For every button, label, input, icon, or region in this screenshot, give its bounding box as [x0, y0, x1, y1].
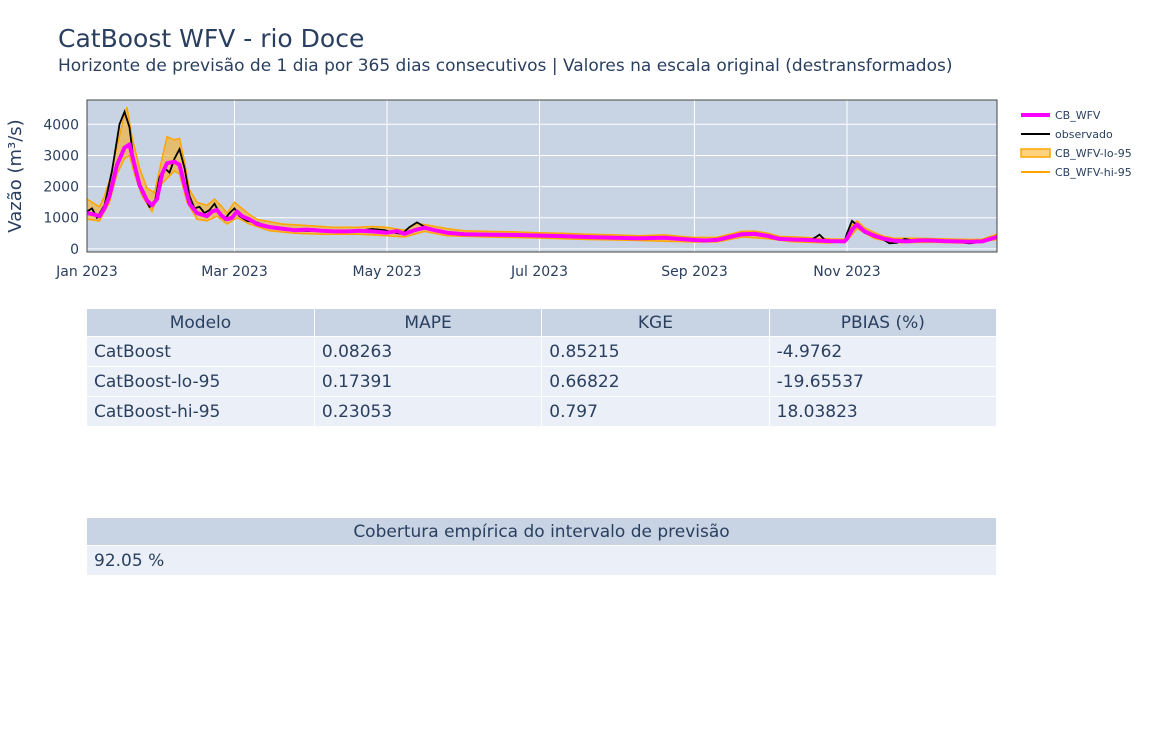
x-tick-label: Nov 2023 [813, 264, 880, 280]
legend-label: observado [1055, 128, 1113, 141]
coverage-header-row: Cobertura empírica do intervalo de previ… [87, 518, 997, 546]
cell-modelo: CatBoost [87, 336, 315, 367]
y-axis-label: Vazão (m³/s) [5, 119, 26, 232]
legend-label: CB_WFV [1055, 109, 1101, 122]
header-kge: KGE [541, 309, 770, 337]
cell-modelo: CatBoost-lo-95 [87, 366, 315, 397]
metrics-header-row: Modelo MAPE KGE PBIAS (%) [87, 309, 998, 337]
x-tick-label: Sep 2023 [661, 264, 727, 280]
y-tick-label: 4000 [43, 117, 79, 133]
y-tick-label: 3000 [43, 148, 79, 164]
legend-item[interactable]: CB_WFV [1021, 109, 1101, 122]
y-tick-label: 0 [70, 242, 79, 258]
cell-mape: 0.17391 [314, 366, 543, 397]
x-tick-label: May 2023 [352, 264, 421, 280]
legend-item[interactable]: CB_WFV-lo-95 [1020, 147, 1132, 160]
x-tick-label: Mar 2023 [201, 264, 268, 280]
table-row: CatBoost 0.08263 0.85215 -4.9762 [87, 336, 998, 367]
cell-kge: 0.85215 [541, 336, 770, 367]
coverage-header: Cobertura empírica do intervalo de previ… [87, 518, 997, 546]
header-mape: MAPE [314, 309, 543, 337]
cell-pbias: 18.03823 [769, 396, 998, 427]
coverage-table: Cobertura empírica do intervalo de previ… [87, 518, 997, 576]
cell-mape: 0.08263 [314, 336, 543, 367]
cell-pbias: -19.65537 [769, 366, 998, 397]
legend-swatch [1020, 148, 1051, 158]
legend-item[interactable]: observado [1021, 128, 1113, 141]
x-tick-label: Jan 2023 [55, 264, 118, 280]
header-pbias: PBIAS (%) [769, 309, 998, 337]
legend[interactable]: CB_WFV observado CB_WFV-lo-95 CB_WFV-hi-95 [1020, 109, 1132, 179]
x-tick-label: Jul 2023 [510, 264, 568, 280]
table-row: CatBoost-lo-95 0.17391 0.66822 -19.65537 [87, 366, 998, 397]
table-row: 92.05 % [87, 545, 997, 576]
cell-kge: 0.66822 [541, 366, 770, 397]
y-tick-label: 2000 [43, 180, 79, 196]
cell-mape: 0.23053 [314, 396, 543, 427]
header-modelo: Modelo [87, 309, 315, 337]
coverage-value: 92.05 % [87, 545, 997, 576]
cell-pbias: -4.9762 [769, 336, 998, 367]
flow-chart: Jan 2023 Mar 2023 May 2023 Jul 2023 Sep 2023… [5, 99, 1132, 280]
legend-label: CB_WFV-hi-95 [1055, 166, 1132, 179]
metrics-table: Modelo MAPE KGE PBIAS (%) CatBoost 0.082… [87, 309, 998, 427]
y-tick-label: 1000 [43, 211, 79, 227]
cell-modelo: CatBoost-hi-95 [87, 396, 315, 427]
legend-label: CB_WFV-lo-95 [1055, 147, 1132, 160]
legend-item[interactable]: CB_WFV-hi-95 [1021, 166, 1132, 179]
cell-kge: 0.797 [541, 396, 770, 427]
table-row: CatBoost-hi-95 0.23053 0.797 18.03823 [87, 396, 998, 427]
